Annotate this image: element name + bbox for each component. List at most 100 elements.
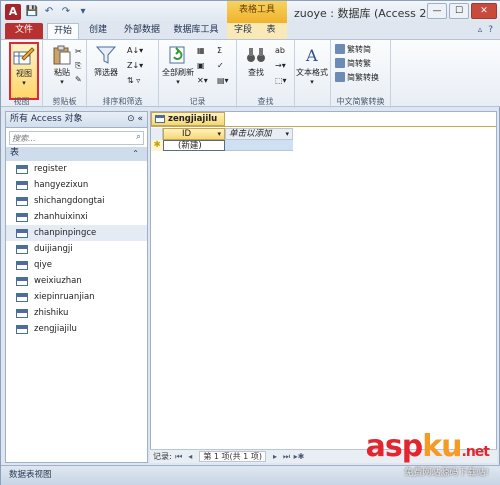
new-record-star-icon[interactable]: ✱ [151, 140, 163, 151]
find-button[interactable]: 查找 [239, 43, 273, 91]
nav-table-item[interactable]: zhanhuixinxi [6, 209, 147, 225]
svg-text:A: A [305, 46, 318, 65]
paste-button[interactable]: 粘贴 ▾ [45, 43, 79, 91]
totals-icon[interactable]: Σ [217, 45, 222, 57]
document-tab-label: zengjiajilu [168, 114, 218, 124]
save-icon[interactable]: 💾 [25, 5, 39, 18]
nav-table-label: zhanhuixinxi [34, 212, 88, 222]
table-icon [16, 277, 28, 286]
table-icon [16, 165, 28, 174]
column-header-id[interactable]: ID ▾ [163, 128, 225, 140]
tab-external-data[interactable]: 外部数据 [117, 23, 167, 39]
group-label-find: 查找 [257, 97, 274, 106]
simp-trad-convert-button[interactable]: 简繁转换 [335, 72, 379, 84]
cut-icon[interactable]: ✂ [75, 46, 82, 58]
filter-button[interactable]: 筛选器 [89, 43, 123, 91]
more-icon[interactable]: ▤▾ [217, 75, 229, 87]
nav-pane-header[interactable]: 所有 Access 对象 ⊙ « [6, 112, 147, 128]
new-record-nav-icon[interactable]: ▸✱ [294, 450, 305, 463]
help-icon[interactable]: ? [488, 25, 493, 35]
simp-to-trad-button[interactable]: 简转繁 [335, 58, 371, 70]
customize-icon[interactable]: ▾ [76, 5, 90, 18]
nav-table-label: shichangdongtai [34, 196, 105, 206]
nav-table-item[interactable]: zhishiku [6, 305, 147, 321]
first-record-icon[interactable]: ⏮ [174, 450, 183, 463]
document-tab[interactable]: zengjiajilu [151, 112, 225, 126]
nav-table-item[interactable]: qiye [6, 257, 147, 273]
text-format-button[interactable]: A 文本格式 ▾ [295, 43, 329, 91]
aspku-watermark: aspku.net 免费网站源码下载站! [365, 429, 490, 479]
delete-record-icon[interactable]: ✕▾ [197, 75, 208, 87]
clipboard-icon [53, 45, 71, 65]
nav-table-item[interactable]: shichangdongtai [6, 193, 147, 209]
new-record-add-cell[interactable] [225, 140, 293, 151]
minimize-button[interactable]: — [427, 3, 447, 19]
help-icons: ▵ ? [478, 25, 493, 35]
last-record-icon[interactable]: ⏭ [282, 450, 291, 463]
save-record-icon[interactable]: ▣ [197, 60, 205, 72]
new-record-id-cell[interactable]: (新建) [163, 140, 225, 151]
maximize-button[interactable]: ☐ [449, 3, 469, 19]
nav-search-input[interactable] [10, 132, 120, 144]
tab-file[interactable]: 文件 [5, 23, 43, 39]
minimize-ribbon-icon[interactable]: ▵ [478, 25, 483, 35]
search-icon[interactable]: ⌕ [136, 132, 141, 142]
group-clipboard: 粘贴 ▾ ✂ ⎘ ✎ 剪贴板 [43, 40, 87, 108]
group-text-format: A 文本格式 ▾ [295, 40, 331, 108]
tab-create[interactable]: 创建 [83, 23, 113, 39]
chevron-down-icon[interactable]: ▾ [285, 129, 289, 140]
undo-icon[interactable]: ↶ [42, 5, 56, 18]
prev-record-icon[interactable]: ◂ [186, 450, 195, 463]
ribbon-tabs: 文件 开始 创建 外部数据 数据库工具 字段 表 ▵ ? [1, 23, 500, 39]
next-record-icon[interactable]: ▸ [270, 450, 279, 463]
nav-table-item[interactable]: zengjiajilu [6, 321, 147, 337]
tab-fields[interactable]: 字段 [231, 23, 255, 39]
nav-table-item[interactable]: weixiuzhan [6, 273, 147, 289]
nav-table-item[interactable]: chanpinpingce [6, 225, 147, 241]
column-header-add[interactable]: 单击以添加 ▾ [225, 128, 293, 140]
datasheet-document: zengjiajilu ID ▾ 单击以添加 ▾ ✱ (新建) [150, 111, 497, 463]
chevron-down-icon[interactable]: ▾ [217, 129, 221, 140]
group-sort-filter: 筛选器 A↓▾ Z↓▾ ⇅ ▿ 排序和筛选 [87, 40, 159, 108]
clear-sort-icon[interactable]: ⇅ ▿ [127, 75, 140, 87]
goto-icon[interactable]: →▾ [275, 60, 286, 72]
refresh-all-button[interactable]: 全部刷新 ▾ [161, 43, 195, 91]
nav-table-label: chanpinpingce [34, 228, 97, 238]
section-tables[interactable]: 表 ⌃ [6, 147, 147, 161]
font-a-icon: A [305, 46, 318, 65]
tab-table[interactable]: 表 [261, 23, 281, 39]
nav-table-item[interactable]: xiepinruanjian [6, 289, 147, 305]
view-button[interactable]: 视图 ▾ [9, 42, 39, 100]
collapse-section-icon[interactable]: ⌃ [132, 147, 139, 160]
refresh-icon [169, 46, 185, 64]
access-app-icon[interactable]: A [5, 4, 21, 20]
close-button[interactable]: ✕ [471, 3, 497, 19]
collapse-pane-icon[interactable]: « [137, 114, 143, 124]
select-all-cell[interactable] [151, 128, 163, 140]
quick-access-toolbar: 💾 ↶ ↷ ▾ [25, 5, 90, 18]
chevron-down-icon[interactable]: ⊙ [127, 114, 135, 124]
redo-icon[interactable]: ↷ [59, 5, 73, 18]
record-position[interactable]: 第 1 项(共 1 项) [199, 451, 266, 462]
text-format-label: 文本格式 [296, 68, 328, 77]
trad-to-simp-button[interactable]: 繁转简 [335, 44, 371, 56]
paste-label: 粘贴 [54, 68, 70, 77]
pencil-table-icon [13, 47, 35, 65]
sort-descending-icon[interactable]: Z↓▾ [127, 60, 143, 72]
format-painter-icon[interactable]: ✎ [75, 74, 82, 86]
nav-table-item[interactable]: duijiangji [6, 241, 147, 257]
select-icon[interactable]: ⬚▾ [275, 75, 287, 87]
sort-ascending-icon[interactable]: A↓▾ [127, 45, 143, 57]
group-label-records: 记录 [189, 97, 206, 106]
nav-table-item[interactable]: hangyezixun [6, 177, 147, 193]
contextual-title: 表格工具 [227, 1, 287, 23]
watermark-logo: aspku.net [365, 429, 490, 464]
table-icon [16, 181, 28, 190]
new-record-icon[interactable]: ▦ [197, 45, 205, 57]
spelling-icon[interactable]: ✓ [217, 60, 224, 72]
replace-icon[interactable]: ab [275, 45, 285, 57]
tab-database-tools[interactable]: 数据库工具 [169, 23, 223, 39]
copy-icon[interactable]: ⎘ [75, 60, 81, 72]
tab-home[interactable]: 开始 [47, 23, 79, 39]
nav-table-item[interactable]: register [6, 161, 147, 177]
